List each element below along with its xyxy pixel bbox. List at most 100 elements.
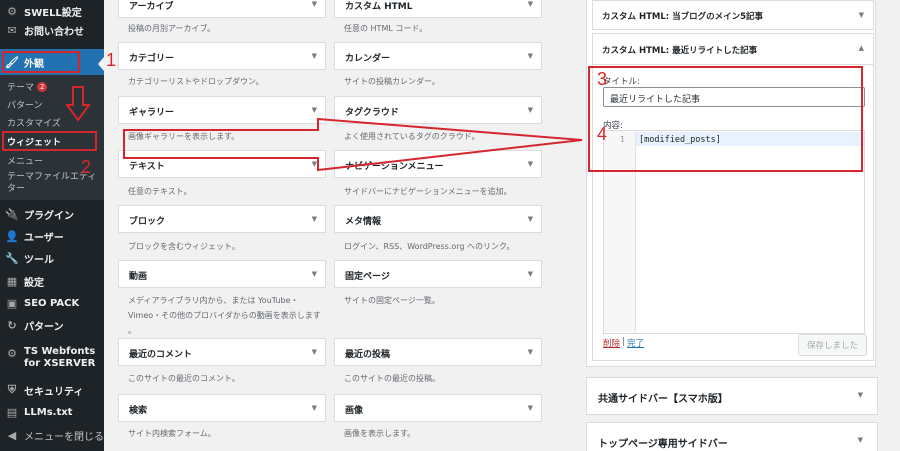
caret-down-icon: ▼	[527, 106, 533, 114]
widget-categories[interactable]: カテゴリー ▼	[118, 42, 326, 70]
menu-label: SWELL設定	[24, 7, 82, 19]
menu-ts-webfonts[interactable]: ⚙ TS Webfonts for XSERVER	[0, 346, 104, 374]
menu-label: お問い合わせ	[24, 26, 84, 38]
save-button[interactable]: 保存しました	[798, 334, 868, 356]
menu-llms-txt[interactable]: ▤ LLMs.txt	[0, 403, 104, 421]
submenu-theme[interactable]: テーマ 2	[7, 80, 48, 93]
delete-link[interactable]: 削除	[603, 337, 620, 349]
menu-label: LLMs.txt	[24, 406, 73, 418]
widget-title: 動画	[129, 272, 148, 282]
caret-down-icon: ▼	[311, 106, 317, 114]
right-arrow-annotation	[123, 118, 583, 172]
widget-description: このサイトの最近の投稿。	[344, 374, 440, 383]
widget-title: 画像	[345, 406, 364, 416]
widget-title: カテゴリー	[129, 54, 175, 64]
menu-collapse[interactable]: ◀ メニューを閉じる	[0, 426, 104, 444]
widget-search[interactable]: 検索 ▼	[118, 394, 326, 422]
widget-title: 最近のコメント	[129, 350, 193, 360]
menu-label: SEO PACK	[24, 297, 80, 309]
widget-pages[interactable]: 固定ページ ▼	[334, 260, 542, 288]
caret-down-icon: ▼	[857, 436, 863, 444]
menu-swell-settings[interactable]: ⚙ SWELL設定	[0, 2, 104, 20]
pattern-icon: ↻	[7, 318, 17, 332]
menu-settings[interactable]: ▦ 設定	[0, 272, 104, 290]
widget-calendar[interactable]: カレンダー ▼	[334, 42, 542, 70]
widget-description: 任意の HTML コード。	[344, 24, 428, 33]
menu-seo-pack[interactable]: ▣ SEO PACK	[0, 294, 104, 312]
caret-down-icon: ▼	[857, 391, 863, 399]
widget-archives[interactable]: アーカイブ ▼	[118, 0, 326, 18]
caret-down-icon: ▼	[311, 348, 317, 356]
menu-label: 設定	[24, 277, 44, 289]
caret-down-icon: ▼	[311, 215, 317, 223]
sidebar-area-title: 共通サイドバー【スマホ版】	[598, 394, 728, 405]
caret-down-icon: ▼	[527, 52, 533, 60]
link-separator: |	[622, 337, 625, 347]
submenu-customize[interactable]: カスタマイズ	[7, 116, 61, 129]
annotation-box-2	[2, 131, 97, 151]
annotation-box-1	[2, 51, 80, 73]
widget-title: メタ情報	[345, 217, 382, 227]
plug-icon: 🔌	[5, 207, 19, 221]
widget-description: ブロックを含むウィジェット。	[128, 242, 240, 251]
widget-title: カスタム HTML	[345, 2, 413, 12]
widget-description: 画像を表示します。	[344, 429, 416, 438]
menu-tools[interactable]: 🔧 ツール	[0, 249, 104, 267]
submenu-menus[interactable]: メニュー	[7, 154, 43, 167]
widget-video[interactable]: 動画 ▼	[118, 260, 326, 288]
widget-description: サイトの投稿カレンダー。	[344, 77, 440, 86]
caret-down-icon: ▼	[311, 270, 317, 278]
menu-patterns[interactable]: ↻ パターン	[0, 316, 104, 334]
widget-image[interactable]: 画像 ▼	[334, 394, 542, 422]
annotation-number-2: 2	[81, 157, 92, 177]
widget-description: このサイトの最近のコメント。	[128, 374, 240, 383]
envelope-icon: ✉	[7, 23, 17, 37]
widget-custom-html[interactable]: カスタム HTML ▼	[334, 0, 542, 18]
widget-recent-comments[interactable]: 最近のコメント ▼	[118, 338, 326, 366]
down-arrow-annotation	[66, 86, 90, 122]
annotation-number-1: 1	[106, 50, 117, 70]
seo-icon: ▣	[6, 296, 18, 310]
caret-down-icon: ▼	[311, 404, 317, 412]
widget-description: サイトの固定ページ一覧。	[344, 296, 440, 305]
annotation-box-3-4	[588, 66, 863, 172]
update-badge: 2	[37, 82, 48, 92]
menu-contact[interactable]: ✉ お問い合わせ	[0, 20, 104, 40]
collapse-icon: ◀	[7, 428, 17, 442]
settings-icon: ▦	[6, 274, 18, 288]
caret-up-icon[interactable]: ▲	[859, 44, 864, 52]
widget-description: メディアライブラリ内から、または YouTube・ Vimeo・その他のプロバイ…	[128, 296, 321, 335]
annotation-number-4: 4	[597, 124, 608, 144]
caret-down-icon: ▼	[527, 348, 533, 356]
widget-title: カレンダー	[345, 54, 391, 64]
widget-meta[interactable]: メタ情報 ▼	[334, 205, 542, 233]
shield-icon: ⛨	[7, 383, 17, 396]
done-link[interactable]: 完了	[627, 337, 644, 349]
widget-description: 任意のテキスト。	[128, 187, 192, 196]
widget-block[interactable]: ブロック ▼	[118, 205, 326, 233]
font-icon: ⚙	[7, 346, 17, 360]
sidebar-smartphone[interactable]: 共通サイドバー【スマホ版】 ▼	[586, 377, 878, 415]
annotation-number-3: 3	[597, 69, 608, 89]
gear-icon: ⚙	[7, 4, 17, 18]
widget-title[interactable]: カスタム HTML: 最近リライトした記事	[602, 44, 757, 56]
widget-custom-html-main5[interactable]: カスタム HTML: 当ブログのメイン5記事 ▼	[592, 0, 874, 30]
menu-label: TS Webfonts for XSERVER	[24, 346, 96, 369]
menu-plugins[interactable]: 🔌 プラグイン	[0, 205, 104, 223]
menu-label: ツール	[24, 254, 54, 266]
caret-down-icon: ▼	[527, 270, 533, 278]
widget-description: サイト内検索フォーム。	[128, 429, 216, 438]
active-menu-arrow	[98, 57, 104, 71]
sidebar-top-page[interactable]: トップページ専用サイドバー ▼	[586, 422, 878, 451]
widget-title: カスタム HTML: 当ブログのメイン5記事	[602, 12, 764, 22]
widget-recent-posts[interactable]: 最近の投稿 ▼	[334, 338, 542, 366]
submenu-patterns[interactable]: パターン	[7, 98, 43, 111]
widget-title: タグクラウド	[345, 108, 399, 118]
divider	[593, 64, 873, 65]
caret-down-icon: ▼	[311, 0, 317, 8]
menu-security[interactable]: ⛨ セキュリティ	[0, 381, 104, 399]
menu-label: プラグイン	[24, 210, 74, 222]
widget-description: サイドバーにナビゲーションメニューを追加。	[344, 187, 512, 196]
submenu-label: テーマ	[7, 83, 35, 93]
menu-users[interactable]: 👤 ユーザー	[0, 227, 104, 245]
